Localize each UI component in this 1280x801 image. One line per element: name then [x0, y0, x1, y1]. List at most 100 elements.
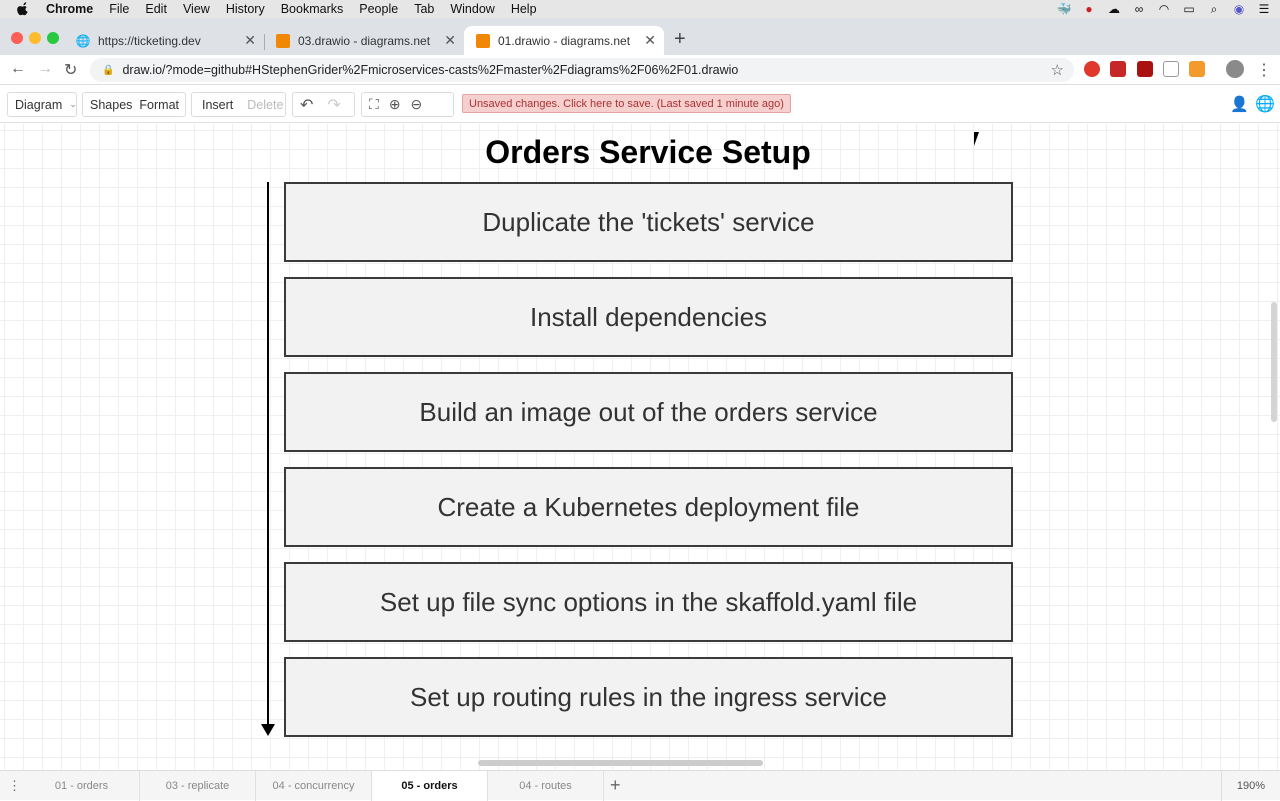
- unsaved-changes-banner[interactable]: Unsaved changes. Click here to save. (La…: [462, 94, 791, 113]
- mouse-cursor-icon: [974, 132, 979, 146]
- close-tab-icon[interactable]: ✕: [644, 32, 656, 49]
- docker-icon[interactable]: 🐳: [1056, 2, 1072, 16]
- zoom-in-icon[interactable]: ⊕: [386, 96, 404, 113]
- address-bar[interactable]: 🔒 draw.io/?mode=github#HStephenGrider%2F…: [90, 58, 1074, 82]
- apple-icon[interactable]: [16, 2, 30, 16]
- shapes-button[interactable]: Shapes: [83, 98, 139, 112]
- menu-window[interactable]: Window: [450, 2, 494, 16]
- page-tab-label: 04 - concurrency: [272, 780, 355, 792]
- spotlight-search-icon[interactable]: ⌕: [1206, 2, 1222, 16]
- page-tab[interactable]: 04 - concurrency: [256, 771, 372, 801]
- browser-toolbar: ← → ↻ 🔒 draw.io/?mode=github#HStephenGri…: [0, 55, 1280, 85]
- diagram-canvas[interactable]: Orders Service Setup Duplicate the 'tick…: [0, 124, 1280, 770]
- cloud-icon[interactable]: ☁: [1106, 2, 1122, 16]
- zoom-out-icon[interactable]: ⊖: [404, 96, 430, 113]
- menu-edit[interactable]: Edit: [145, 2, 167, 16]
- step-label: Duplicate the 'tickets' service: [482, 206, 815, 237]
- insert-delete-group: Insert Delete: [191, 92, 286, 117]
- tab-title: https://ticketing.dev: [98, 33, 201, 48]
- chrome-menu-icon[interactable]: ⋮: [1256, 60, 1272, 80]
- undo-redo-group: ↶ ↷: [292, 92, 355, 117]
- tab-title: 03.drawio - diagrams.net: [298, 33, 431, 48]
- delete-button[interactable]: Delete: [240, 98, 290, 112]
- diagram-title[interactable]: Orders Service Setup: [0, 134, 1280, 171]
- back-icon[interactable]: ←: [10, 60, 26, 78]
- drawio-icon: [276, 33, 290, 48]
- record-icon[interactable]: ●: [1081, 2, 1097, 16]
- page-tab[interactable]: 03 - replicate: [140, 771, 256, 801]
- zoom-level[interactable]: 190%: [1221, 771, 1280, 801]
- page-tab-label: 03 - replicate: [165, 780, 230, 792]
- chevron-down-icon: ⌄: [69, 99, 77, 109]
- menu-people[interactable]: People: [359, 2, 398, 16]
- step-label: Create a Kubernetes deployment file: [437, 491, 860, 522]
- format-button[interactable]: Format: [139, 98, 186, 112]
- step-label: Set up routing rules in the ingress serv…: [410, 681, 887, 712]
- language-globe-icon[interactable]: 🌐: [1255, 94, 1275, 114]
- insert-button[interactable]: Insert: [192, 98, 240, 112]
- redo-icon[interactable]: ↷: [320, 95, 347, 115]
- step-box[interactable]: Create a Kubernetes deployment file: [284, 467, 1013, 547]
- close-tab-icon[interactable]: ✕: [244, 32, 256, 49]
- drawio-icon: [476, 33, 490, 48]
- lock-icon: 🔒: [102, 64, 115, 76]
- page-tab[interactable]: 01 - orders: [24, 771, 140, 801]
- metamask-icon[interactable]: [1189, 61, 1205, 77]
- view-group: ⛶ ⊕ ⊖: [361, 92, 454, 117]
- browser-tab-ticketing[interactable]: 🌐 https://ticketing.dev ✕: [64, 26, 264, 55]
- horizontal-scrollbar[interactable]: [478, 760, 763, 766]
- diagram-menu-button[interactable]: Diagram ⌄: [7, 92, 77, 117]
- glasses-icon[interactable]: ∞: [1131, 2, 1147, 16]
- add-page-icon[interactable]: +: [610, 775, 621, 796]
- step-box[interactable]: Set up file sync options in the skaffold…: [284, 562, 1013, 642]
- profile-avatar[interactable]: [1226, 60, 1244, 78]
- menu-app-name[interactable]: Chrome: [46, 2, 93, 16]
- reload-icon[interactable]: ↻: [64, 60, 77, 80]
- forward-icon[interactable]: →: [37, 60, 53, 78]
- close-window-button[interactable]: [11, 32, 23, 44]
- browser-tab-01-drawio[interactable]: 01.drawio - diagrams.net ✕: [464, 26, 664, 55]
- page-tab[interactable]: 04 - routes: [488, 771, 604, 801]
- menu-bookmarks[interactable]: Bookmarks: [281, 2, 344, 16]
- diagram-label: Diagram: [15, 97, 63, 112]
- bookmark-star-icon[interactable]: ☆: [1051, 61, 1064, 79]
- macos-menubar: Chrome File Edit View History Bookmarks …: [0, 0, 1280, 18]
- user-icon[interactable]: 👤: [1230, 95, 1249, 113]
- step-box[interactable]: Set up routing rules in the ingress serv…: [284, 657, 1013, 737]
- menu-history[interactable]: History: [226, 2, 265, 16]
- close-tab-icon[interactable]: ✕: [444, 32, 456, 49]
- menu-help[interactable]: Help: [511, 2, 537, 16]
- step-box[interactable]: Install dependencies: [284, 277, 1013, 357]
- step-box[interactable]: Duplicate the 'tickets' service: [284, 182, 1013, 262]
- menu-view[interactable]: View: [183, 2, 210, 16]
- battery-icon[interactable]: ▭: [1181, 2, 1197, 16]
- vertical-scrollbar[interactable]: [1271, 302, 1277, 422]
- undo-icon[interactable]: ↶: [293, 95, 320, 115]
- menu-file[interactable]: File: [109, 2, 129, 16]
- menu-tab[interactable]: Tab: [414, 2, 434, 16]
- page-tab-label: 04 - routes: [519, 780, 572, 792]
- flow-arrow-head: [261, 724, 275, 736]
- browser-tab-03-drawio[interactable]: 03.drawio - diagrams.net ✕: [264, 26, 464, 55]
- fit-window-icon[interactable]: ⛶: [362, 96, 386, 113]
- step-label: Set up file sync options in the skaffold…: [379, 586, 918, 617]
- list-extension-icon[interactable]: [1163, 61, 1179, 77]
- zoom-window-button[interactable]: [47, 32, 59, 44]
- flow-arrow-line[interactable]: [267, 182, 269, 727]
- tab-title: 01.drawio - diagrams.net: [498, 33, 631, 48]
- wifi-icon[interactable]: ◠: [1156, 2, 1172, 16]
- panel-toggle-group: Shapes Format: [82, 92, 186, 117]
- opera-extension-icon[interactable]: [1084, 61, 1100, 77]
- ublock-icon[interactable]: [1137, 61, 1153, 77]
- page-tab-active[interactable]: 05 - orders: [372, 771, 488, 801]
- siri-icon[interactable]: ◉: [1231, 2, 1247, 16]
- notification-center-icon[interactable]: ☰: [1256, 2, 1272, 16]
- step-label: Build an image out of the orders service: [419, 396, 878, 427]
- pages-menu-icon[interactable]: ⋮: [8, 778, 21, 794]
- ext-red-icon[interactable]: [1110, 61, 1126, 77]
- minimize-window-button[interactable]: [29, 32, 41, 44]
- new-tab-icon[interactable]: +: [674, 28, 686, 51]
- page-tab-label: 05 - orders: [401, 780, 458, 792]
- step-box[interactable]: Build an image out of the orders service: [284, 372, 1013, 452]
- menubar-status-icons: 🐳 ● ☁ ∞ ◠ ▭ ⌕ ◉ ☰: [1056, 0, 1272, 18]
